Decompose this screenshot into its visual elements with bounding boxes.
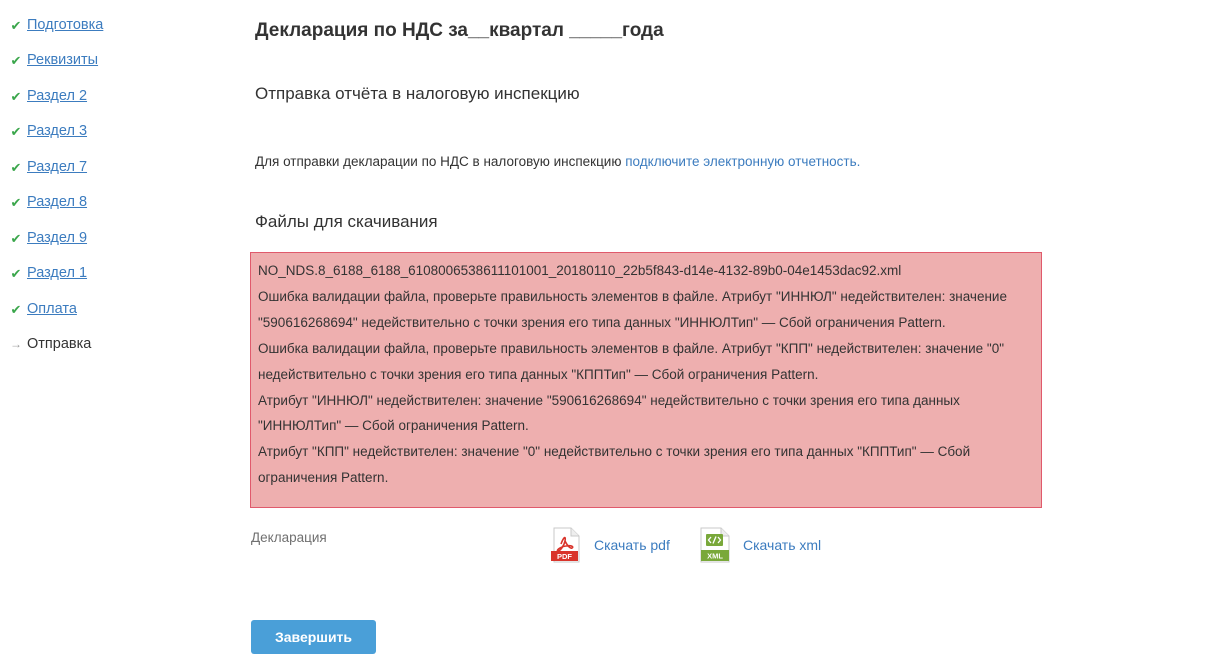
sidebar-item-label[interactable]: Раздел 7 <box>27 159 87 175</box>
error-message: Ошибка валидации файла, проверьте правил… <box>258 288 1007 330</box>
sidebar-item-section-1[interactable]: ✔ Раздел 1 <box>10 262 87 284</box>
files-heading: Файлы для скачивания <box>255 212 438 231</box>
e-reporting-notice: Для отправки декларации по НДС в налогов… <box>255 154 860 169</box>
sidebar-item-section-9[interactable]: ✔ Раздел 9 <box>10 227 87 249</box>
error-message: Атрибут "КПП" недействителен: значение "… <box>258 444 971 486</box>
sidebar-item-payment[interactable]: ✔ Оплата <box>10 298 77 320</box>
xml-file-icon: XML <box>700 527 730 563</box>
check-icon: ✔ <box>10 194 22 210</box>
sidebar-item-label[interactable]: Оплата <box>27 301 77 317</box>
check-icon: ✔ <box>10 230 22 246</box>
sidebar-item-preparation[interactable]: ✔ Подготовка <box>10 14 104 36</box>
sidebar-item-label[interactable]: Подготовка <box>27 17 103 33</box>
check-icon: ✔ <box>10 159 22 175</box>
sidebar-item-section-7[interactable]: ✔ Раздел 7 <box>10 156 87 178</box>
pdf-file-icon: PDF <box>551 527 580 563</box>
sidebar-item-requisites[interactable]: ✔ Реквизиты <box>10 49 99 71</box>
section-subtitle: Отправка отчёта в налоговую инспекцию <box>255 84 580 103</box>
sidebar-item-label[interactable]: Раздел 2 <box>27 88 87 104</box>
sidebar-item-label: Отправка <box>27 336 92 352</box>
check-icon: ✔ <box>10 17 22 33</box>
finish-button[interactable]: Завершить <box>251 620 376 654</box>
sidebar-item-section-8[interactable]: ✔ Раздел 8 <box>10 191 87 213</box>
sidebar-item-label[interactable]: Реквизиты <box>27 52 98 68</box>
sidebar-item-label[interactable]: Раздел 8 <box>27 194 87 210</box>
check-icon: ✔ <box>10 301 22 317</box>
sidebar-item-sending: → Отправка <box>10 333 91 355</box>
sidebar-item-label[interactable]: Раздел 9 <box>27 230 87 246</box>
download-pdf-link[interactable]: PDF Скачать pdf <box>550 527 670 563</box>
download-xml-label[interactable]: Скачать xml <box>743 537 821 553</box>
declaration-label: Декларация <box>251 530 327 545</box>
download-pdf-label[interactable]: Скачать pdf <box>594 537 670 553</box>
xml-badge-text: XML <box>707 552 723 561</box>
error-filename: NO_NDS.8_6188_6188_6108006538611101001_2… <box>258 263 902 278</box>
check-icon: ✔ <box>10 52 22 68</box>
check-icon: ✔ <box>10 88 22 104</box>
download-xml-link[interactable]: XML Скачать xml <box>699 527 821 563</box>
sidebar-item-section-2[interactable]: ✔ Раздел 2 <box>10 85 87 107</box>
error-message: Атрибут "ИННЮЛ" недействителен: значение… <box>258 392 960 434</box>
pdf-badge-text: PDF <box>557 552 572 561</box>
validation-error-box: NO_NDS.8_6188_6188_6108006538611101001_2… <box>250 252 1042 508</box>
error-message: Ошибка валидации файла, проверьте правил… <box>258 340 1005 382</box>
check-icon: ✔ <box>10 123 22 139</box>
connect-e-reporting-link[interactable]: подключите электронную отчетность. <box>625 154 860 169</box>
check-icon: ✔ <box>10 265 22 281</box>
sidebar-item-label[interactable]: Раздел 1 <box>27 265 87 281</box>
sidebar-item-label[interactable]: Раздел 3 <box>27 123 87 139</box>
sidebar-item-section-3[interactable]: ✔ Раздел 3 <box>10 120 87 142</box>
page-title: Декларация по НДС за__квартал _____года <box>255 20 664 41</box>
notice-text: Для отправки декларации по НДС в налогов… <box>255 154 626 169</box>
arrow-right-icon: → <box>10 337 22 351</box>
